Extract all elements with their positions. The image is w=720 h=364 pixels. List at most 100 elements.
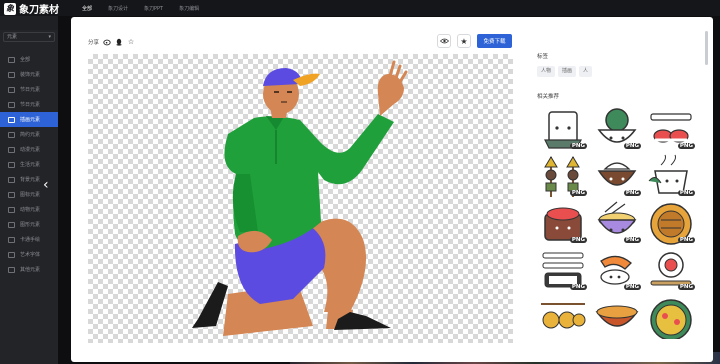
takoyaki-skewer-sticker: [541, 303, 586, 329]
recommend-thumb[interactable]: PNG: [645, 153, 697, 198]
png-badge: PNG: [677, 284, 695, 290]
logo[interactable]: 象 象刀素材: [4, 1, 59, 16]
png-badge: PNG: [623, 190, 641, 196]
tags-title: 标签: [537, 54, 549, 60]
category-filter-label: 元素: [7, 34, 18, 40]
sidebar-item[interactable]: 卡通手绘: [0, 232, 58, 247]
recommend-thumb[interactable]: PNG: [537, 106, 589, 151]
sidebar-item-label: 背景元素: [20, 177, 41, 183]
category-icon: [8, 206, 15, 213]
recommend-thumb[interactable]: PNG: [645, 200, 697, 245]
top-nav-design[interactable]: 象刀设计: [108, 5, 128, 12]
modal-scrollbar[interactable]: [705, 31, 708, 65]
sidebar-item[interactable]: 全部: [0, 52, 58, 67]
png-badge: PNG: [623, 237, 641, 243]
recommend-thumb[interactable]: PNG: [591, 106, 643, 151]
recommend-thumb[interactable]: PNG: [591, 153, 643, 198]
category-icon: [8, 101, 15, 108]
sidebar-item[interactable]: 简约元素: [0, 127, 58, 142]
sidebar-item[interactable]: 生活元素: [0, 157, 58, 172]
download-button[interactable]: 免费下载: [477, 34, 512, 48]
top-nav-all[interactable]: 全部: [82, 5, 92, 12]
chevron-down-icon: ▾: [48, 34, 51, 40]
sidebar-item-label: 动物元素: [20, 207, 41, 213]
sidebar-item[interactable]: 插画元素: [0, 112, 58, 127]
sidebar-item-label: 图标元素: [20, 192, 41, 198]
tag-item[interactable]: 人物: [537, 66, 556, 77]
png-badge: PNG: [623, 284, 641, 290]
category-icon: [8, 191, 15, 198]
recommend-thumb[interactable]: [537, 294, 589, 339]
top-nav-ppt[interactable]: 象刀PPT: [144, 5, 163, 12]
miso-soup-sticker: [595, 305, 639, 327]
sidebar-item-label: 节日元素: [20, 87, 41, 93]
favorite-star-icon[interactable]: ★: [457, 34, 471, 48]
recommend-thumb[interactable]: PNG: [645, 247, 697, 292]
sidebar-item-label: 生活元素: [20, 162, 41, 168]
top-nav-edit[interactable]: 象刀编辑: [179, 5, 199, 12]
modal-toolbar: ★ 免费下载: [437, 34, 512, 48]
qq-icon[interactable]: [115, 38, 123, 46]
logo-icon: 象: [4, 2, 16, 15]
png-badge: PNG: [677, 143, 695, 149]
png-badge: PNG: [677, 190, 695, 196]
sidebar-item-label: 装饰元素: [20, 72, 41, 78]
category-icon: [8, 146, 15, 153]
star-icon[interactable]: ☆: [127, 38, 135, 46]
sidebar-item-label: 图形元素: [20, 222, 41, 228]
sidebar-item-label: 卡通手绘: [20, 237, 41, 243]
sidebar-item[interactable]: 节日元素: [0, 97, 58, 112]
recommend-thumb[interactable]: PNG: [591, 200, 643, 245]
recommend-thumb[interactable]: PNG: [645, 106, 697, 151]
category-icon: [8, 56, 15, 63]
sidebar-item[interactable]: 其他元素: [0, 262, 58, 277]
recommend-thumb[interactable]: PNG: [537, 247, 589, 292]
category-icon: [8, 71, 15, 78]
sidebar-item[interactable]: 动漫元素: [0, 142, 58, 157]
share-bar: 分享 ☆: [88, 38, 135, 46]
png-badge: PNG: [623, 143, 641, 149]
tag-item[interactable]: 人: [579, 66, 593, 77]
image-preview-canvas: [88, 54, 513, 343]
top-nav: 全部 象刀设计 象刀PPT 象刀编辑: [82, 0, 199, 16]
recommend-thumb[interactable]: PNG: [537, 153, 589, 198]
sidebar-item-label: 插画元素: [20, 117, 41, 123]
png-badge: PNG: [569, 237, 587, 243]
app-name: 象刀素材: [19, 5, 59, 16]
tag-item[interactable]: 插画: [558, 66, 577, 77]
sidebar-item[interactable]: 图形元素: [0, 217, 58, 232]
recommend-thumb[interactable]: PNG: [537, 200, 589, 245]
recommend-thumb[interactable]: [645, 294, 697, 341]
sidebar-item-label: 全部: [20, 57, 31, 63]
eye-icon[interactable]: [437, 34, 451, 48]
sidebar-item[interactable]: 图标元素: [0, 187, 58, 202]
category-icon: [8, 86, 15, 93]
recommend-thumb[interactable]: [591, 294, 643, 339]
sidebar-item-label: 其他元素: [20, 267, 41, 273]
sidebar-item-label: 艺术字体: [20, 252, 41, 258]
weibo-icon[interactable]: [103, 38, 111, 46]
category-icon: [8, 221, 15, 228]
sidebar-item[interactable]: 背景元素: [0, 172, 58, 187]
png-badge: PNG: [677, 237, 695, 243]
category-icon: [8, 266, 15, 273]
category-icon: [8, 236, 15, 243]
prev-arrow-icon[interactable]: ‹: [43, 178, 49, 192]
share-label: 分享: [88, 40, 100, 46]
recommend-thumb[interactable]: PNG: [591, 247, 643, 292]
sidebar-item-label: 简约元素: [20, 132, 41, 138]
png-badge: PNG: [569, 143, 587, 149]
sidebar-item[interactable]: 装饰元素: [0, 67, 58, 82]
category-filter-select[interactable]: 元素 ▾: [3, 32, 55, 42]
category-icon: [8, 251, 15, 258]
category-icon: [8, 161, 15, 168]
sidebar-item[interactable]: 节日元素: [0, 82, 58, 97]
sidebar-item[interactable]: 艺术字体: [0, 247, 58, 262]
png-badge: PNG: [569, 190, 587, 196]
sidebar-list: 全部 装饰元素 节日元素 节日元素 插画元素 简约元素 动漫元素 生活元素 背景元素 图标元素 动物…: [0, 52, 58, 277]
preview-modal: 分享 ☆ ★ 免费下载 标签 人物 插画 人 相关推荐 PNG PNG PNG …: [71, 17, 713, 362]
kneeling-man-illustration: [192, 60, 408, 336]
sidebar-item[interactable]: 动物元素: [0, 202, 58, 217]
sidebar-item-label: 动漫元素: [20, 147, 41, 153]
paella-sticker: [650, 299, 692, 341]
